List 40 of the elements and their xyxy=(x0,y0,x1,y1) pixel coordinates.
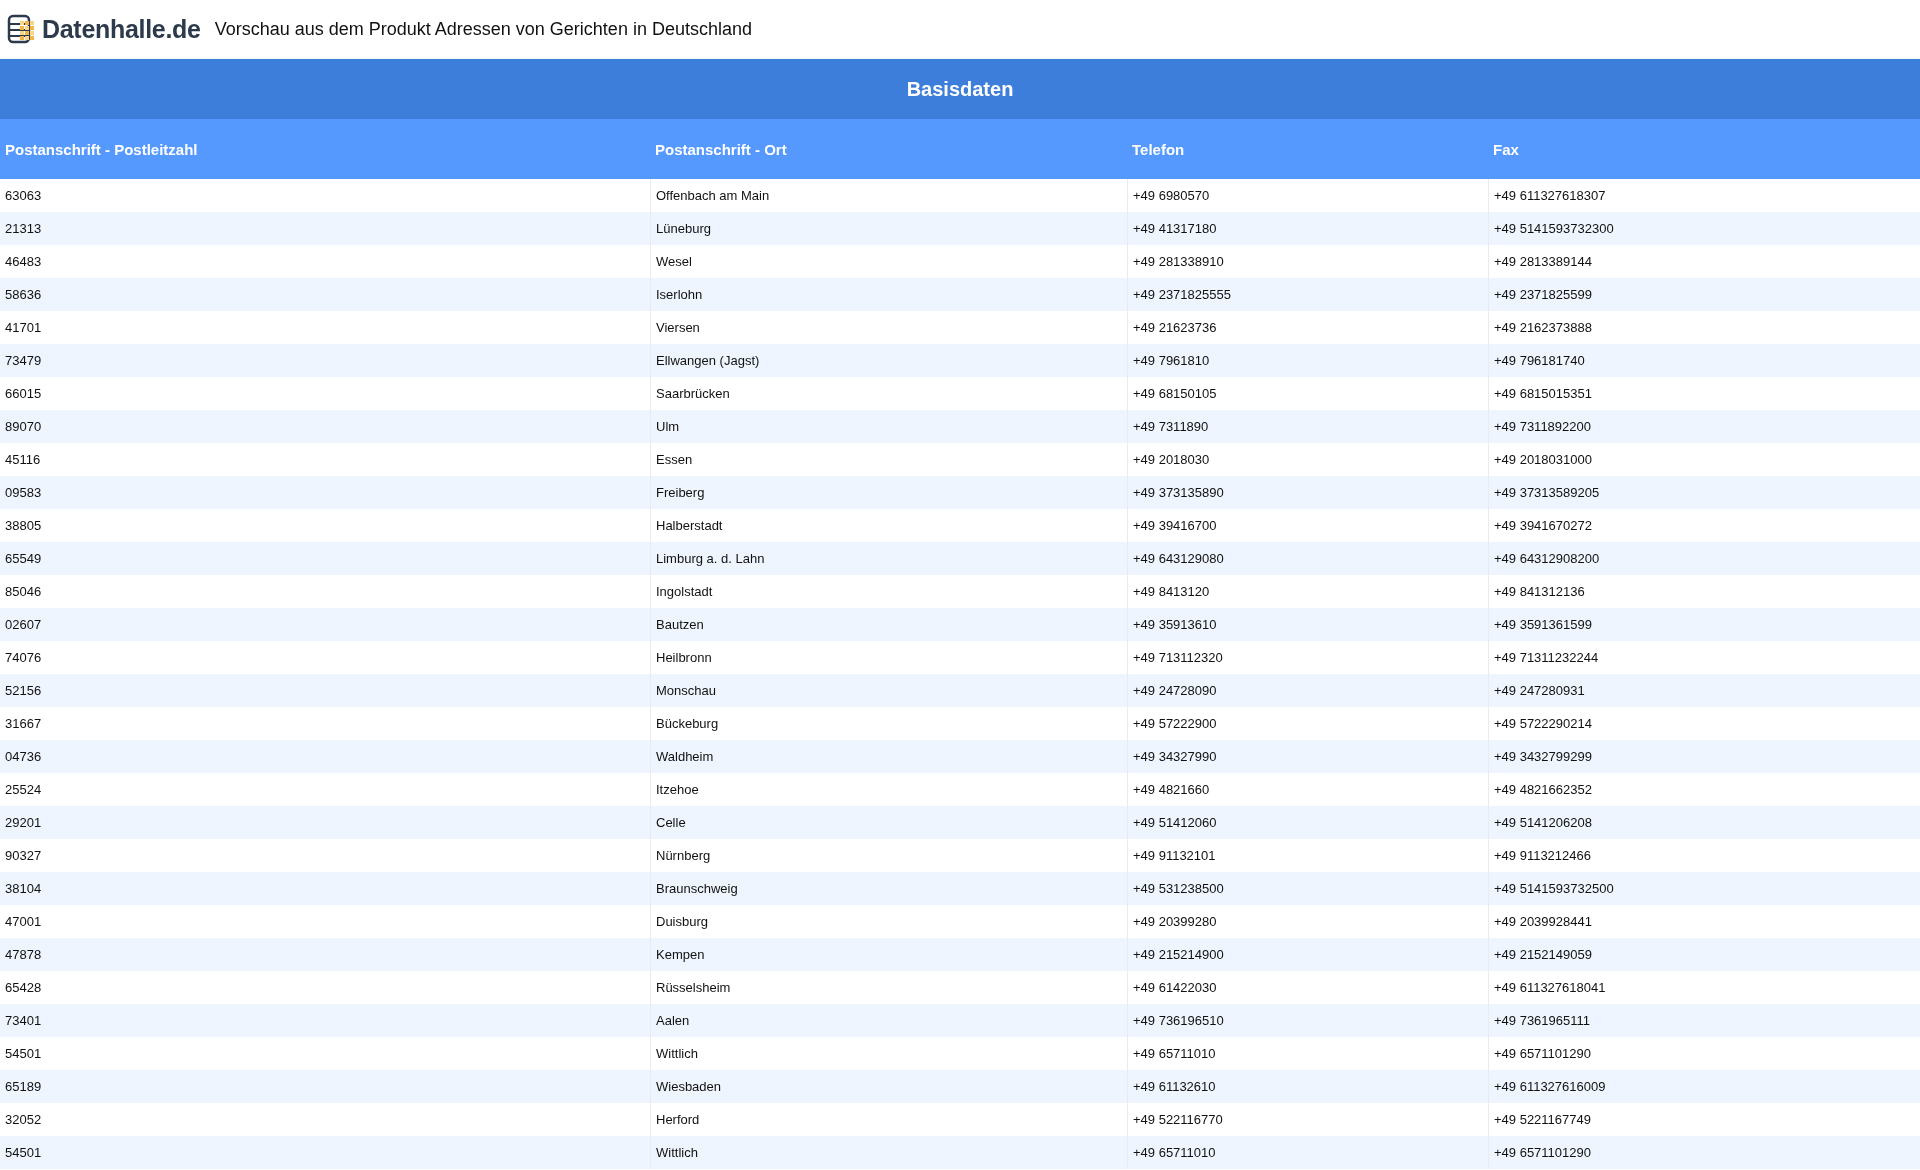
table-cell-text: 47878 xyxy=(4,946,43,964)
table-cell-text: 74076 xyxy=(4,649,43,667)
table-cell-text: 29201 xyxy=(4,814,43,832)
table-cell-text: 63063 xyxy=(4,187,43,205)
table-cell-text: 09583 xyxy=(4,484,43,502)
column-header: Postanschrift - Ort xyxy=(655,140,787,158)
table-cell-text: 85046 xyxy=(4,583,43,601)
table-cell-text: 73479 xyxy=(4,352,43,370)
table-cell-text: 46483 xyxy=(4,253,43,271)
table-cell-text: 90327 xyxy=(4,847,43,865)
table-cell-text: 38104 xyxy=(4,880,43,898)
table-cell-text: 04736 xyxy=(4,748,43,766)
table-cell: +49 6571101290 xyxy=(1488,1136,1920,1169)
table-cell-text: 65428 xyxy=(4,979,43,997)
table-cell-text: 54501 xyxy=(4,1144,43,1162)
table-cell-text: 21313 xyxy=(4,220,43,238)
table-cell-text: 47001 xyxy=(4,913,43,931)
table-cell-text: 38805 xyxy=(4,517,43,535)
table-cell-text: 52156 xyxy=(4,682,43,700)
table-cell-text: 45116 xyxy=(4,451,42,469)
table-cell-text: 41701 xyxy=(4,319,43,337)
table-cell-text: 54501 xyxy=(4,1045,43,1063)
table-cell-text: 65189 xyxy=(4,1078,43,1096)
table-cell-text: 65549 xyxy=(4,550,43,568)
table-caption: Basisdaten xyxy=(0,59,1920,119)
table-cell-text: 31667 xyxy=(4,715,43,733)
table-cell-text: 58636 xyxy=(4,286,43,304)
table-cell-text: 25524 xyxy=(4,781,43,799)
table-cell-text: 02607 xyxy=(4,616,43,634)
table-cell: +49 65711010 xyxy=(1127,1136,1488,1169)
page-title: Vorschau aus dem Produkt Adressen von Gerichten in Deutschland xyxy=(214,18,752,40)
brand-name: Datenhalle.de xyxy=(42,14,201,44)
table-cell-text: 32052 xyxy=(4,1111,43,1129)
column-header: Postanschrift - Postleitzahl xyxy=(5,140,198,158)
column-header: Telefon xyxy=(1132,140,1185,158)
column-header: Fax xyxy=(1493,140,1519,158)
table-cell-text: 73401 xyxy=(4,1012,43,1030)
table-cell-text: 89070 xyxy=(4,418,43,436)
table-cell-text: 66015 xyxy=(4,385,43,403)
table-cell: Wittlich xyxy=(650,1136,1127,1169)
